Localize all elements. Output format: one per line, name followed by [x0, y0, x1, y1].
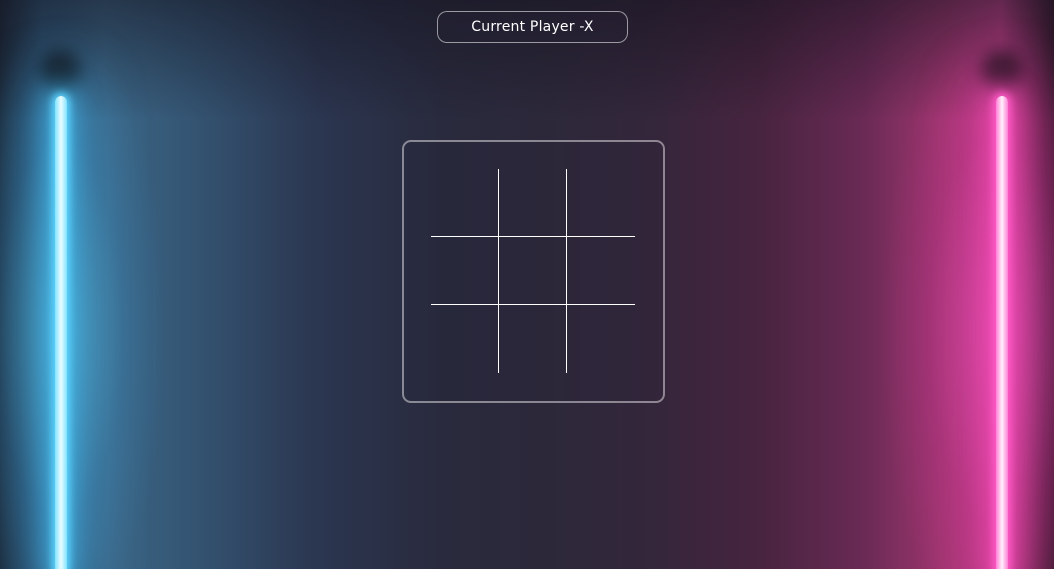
board-cell-3[interactable] [567, 169, 635, 237]
neon-tube-right [996, 96, 1008, 569]
current-player-status: Current Player -X [437, 11, 628, 43]
board-cell-4[interactable] [431, 237, 499, 305]
board-cell-5[interactable] [499, 237, 567, 305]
board-cell-8[interactable] [499, 305, 567, 373]
neon-lamp-cap-right [982, 50, 1022, 90]
game-board [431, 169, 637, 375]
board-cell-1[interactable] [431, 169, 499, 237]
board-cell-7[interactable] [431, 305, 499, 373]
board-cell-9[interactable] [567, 305, 635, 373]
board-cell-2[interactable] [499, 169, 567, 237]
neon-tube-left [55, 96, 67, 569]
game-board-frame [402, 140, 665, 403]
neon-lamp-cap-left [40, 50, 80, 90]
board-cell-6[interactable] [567, 237, 635, 305]
current-player-label: Current Player -X [471, 19, 594, 35]
